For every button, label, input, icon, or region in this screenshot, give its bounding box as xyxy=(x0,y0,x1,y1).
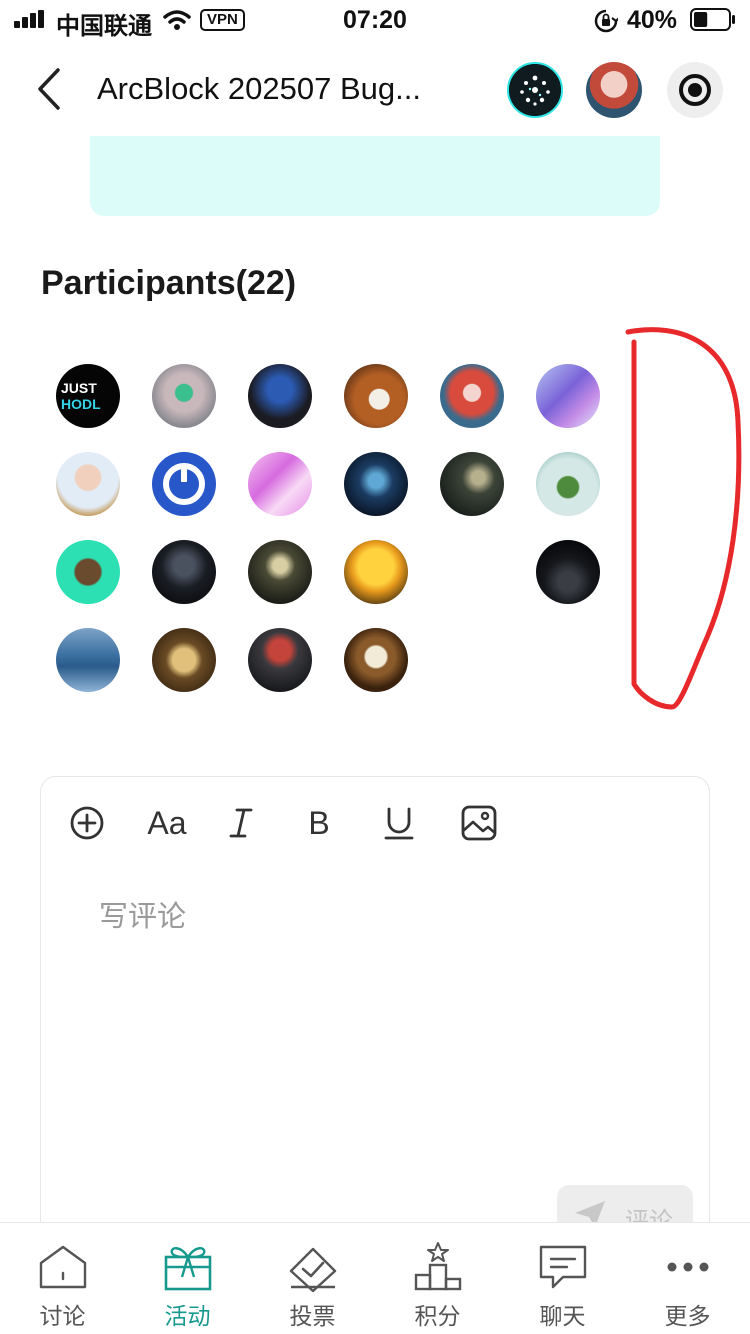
battery-percent: 40% xyxy=(627,6,678,34)
bottom-nav: 讨论 活动 投票 积分 聊天 更多 xyxy=(0,1222,750,1334)
ballot-box-icon xyxy=(289,1247,337,1293)
nav-item-chat[interactable]: 聊天 xyxy=(500,1223,625,1334)
nav-item-discussion[interactable]: 讨论 xyxy=(0,1223,125,1334)
nav-label: 讨论 xyxy=(39,1304,86,1330)
chat-icon xyxy=(539,1245,587,1289)
participant-avatar[interactable] xyxy=(440,452,504,516)
participant-avatar[interactable] xyxy=(440,364,504,428)
user-avatar[interactable] xyxy=(586,62,642,118)
participant-avatar[interactable] xyxy=(56,452,120,516)
nav-label: 聊天 xyxy=(539,1304,586,1330)
status-bar: 中国联通 VPN 07:20 40% xyxy=(0,0,750,40)
svg-text:HODL: HODL xyxy=(61,396,101,412)
underline-icon[interactable] xyxy=(379,803,419,843)
vpn-badge: VPN xyxy=(200,9,245,31)
header: ArcBlock 202507 Bug... xyxy=(0,50,750,130)
participant-avatar[interactable] xyxy=(248,540,312,604)
add-circle-icon[interactable] xyxy=(67,803,107,843)
page-title: ArcBlock 202507 Bug... xyxy=(97,71,421,106)
participant-avatar[interactable] xyxy=(56,540,120,604)
participant-avatar[interactable] xyxy=(536,364,600,428)
participant-avatar[interactable] xyxy=(344,628,408,692)
nav-label: 投票 xyxy=(289,1304,336,1330)
wifi-icon xyxy=(163,10,191,30)
image-icon[interactable] xyxy=(459,803,499,843)
bold-button[interactable]: B xyxy=(299,803,339,843)
italic-icon[interactable] xyxy=(221,803,261,843)
podium-icon xyxy=(414,1242,462,1291)
participant-avatar[interactable] xyxy=(248,364,312,428)
participant-avatar[interactable] xyxy=(344,364,408,428)
text-size-button[interactable]: Aa xyxy=(145,803,189,843)
participant-avatar[interactable] xyxy=(344,540,408,604)
participant-avatar[interactable] xyxy=(152,452,216,516)
participant-avatar[interactable]: JUST HODL xyxy=(56,364,120,428)
nav-item-vote[interactable]: 投票 xyxy=(250,1223,375,1334)
nav-label: 活动 xyxy=(164,1304,211,1330)
record-icon[interactable] xyxy=(667,62,723,118)
nav-item-points[interactable]: 积分 xyxy=(375,1223,500,1334)
carrier-name: 中国联通 xyxy=(56,12,152,40)
participants-grid: JUST HODL xyxy=(56,364,616,694)
comment-editor: Aa B 写评论 评论 xyxy=(40,776,710,1246)
comment-input[interactable]: 写评论 xyxy=(99,893,659,935)
participant-avatar[interactable] xyxy=(56,628,120,692)
house-icon xyxy=(39,1245,87,1289)
participant-avatar[interactable] xyxy=(536,540,600,604)
red-annotation-bracket xyxy=(625,327,742,710)
nav-label: 积分 xyxy=(414,1304,461,1330)
gift-icon xyxy=(164,1247,212,1291)
event-card-bottom xyxy=(90,136,660,216)
back-chevron-icon[interactable] xyxy=(30,64,70,114)
participant-avatar[interactable] xyxy=(152,364,216,428)
participant-avatar[interactable] xyxy=(248,628,312,692)
battery-icon xyxy=(690,8,735,31)
participant-avatar[interactable] xyxy=(152,628,216,692)
rotation-lock-icon xyxy=(594,9,618,33)
nav-item-more[interactable]: 更多 xyxy=(625,1223,750,1334)
participants-title: Participants(22) xyxy=(41,264,297,302)
participant-avatar[interactable] xyxy=(344,452,408,516)
participant-avatar[interactable] xyxy=(152,540,216,604)
participant-avatar[interactable] xyxy=(248,452,312,516)
dapp-avatar[interactable] xyxy=(507,62,563,118)
participant-avatar[interactable] xyxy=(536,452,600,516)
nav-item-activity[interactable]: 活动 xyxy=(125,1223,250,1334)
nav-label: 更多 xyxy=(664,1304,711,1330)
svg-text:JUST: JUST xyxy=(61,380,97,396)
more-dots-icon xyxy=(667,1262,709,1272)
signal-icon xyxy=(14,10,48,28)
